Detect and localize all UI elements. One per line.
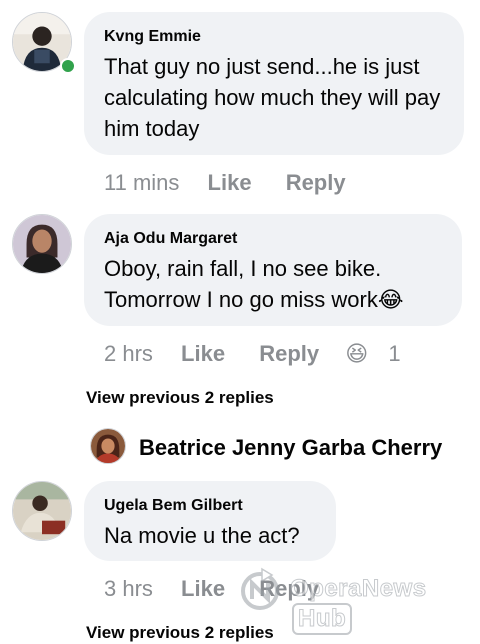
watermark-suffix: Hub [292, 603, 353, 635]
comment-bubble-1[interactable]: Kvng Emmie That guy no just send...he is… [84, 12, 464, 155]
comment-author[interactable]: Aja Odu Margaret [104, 229, 442, 249]
reply-button[interactable]: Reply [286, 169, 346, 197]
laughing-tears-emoji-icon: 😂 [377, 287, 404, 312]
comment-timestamp: 3 hrs [104, 576, 153, 602]
comment-timestamp: 2 hrs [104, 341, 153, 367]
comment-actions-3: 3 hrs Like Reply [104, 574, 319, 603]
avatar-ugela-bem-gilbert-image [13, 482, 71, 540]
online-status-indicator [60, 58, 76, 74]
comment-actions-2: 2 hrs Like Reply 😆 1 [104, 339, 401, 368]
comment-bubble-2[interactable]: Aja Odu Margaret Oboy, rain fall, I no s… [84, 214, 462, 326]
reply-preview-author[interactable]: Beatrice Jenny Garba Cherry [139, 434, 442, 462]
like-button[interactable]: Like [181, 340, 225, 368]
reply-button[interactable]: Reply [259, 340, 319, 368]
comment-text: Na movie u the act? [104, 523, 300, 548]
avatar-beatrice-jenny[interactable] [90, 428, 126, 464]
comment-author[interactable]: Ugela Bem Gilbert [104, 496, 316, 516]
avatar-aja-odu-margaret[interactable] [12, 214, 72, 274]
comment-actions-1: 11 mins Like Reply [104, 168, 346, 197]
comment-text: That guy no just send...he is just calcu… [104, 54, 441, 141]
avatar-beatrice-jenny-image [91, 429, 125, 463]
view-previous-replies-link[interactable]: View previous 2 replies [86, 622, 274, 644]
reaction-emoji-icon[interactable]: 😆 [345, 340, 368, 368]
comment-author[interactable]: Kvng Emmie [104, 27, 444, 47]
reaction-count[interactable]: 1 [388, 340, 400, 368]
avatar-ugela-bem-gilbert[interactable] [12, 481, 72, 541]
like-button[interactable]: Like [181, 575, 225, 603]
avatar-aja-odu-margaret-image [13, 215, 71, 273]
comment-timestamp: 11 mins [104, 170, 180, 196]
like-button[interactable]: Like [208, 169, 252, 197]
view-previous-replies-link[interactable]: View previous 2 replies [86, 387, 274, 409]
comment-bubble-3[interactable]: Ugela Bem Gilbert Na movie u the act? [84, 481, 336, 561]
comment-text: Oboy, rain fall, I no see bike. Tomorrow… [104, 256, 404, 312]
reply-button[interactable]: Reply [259, 575, 319, 603]
